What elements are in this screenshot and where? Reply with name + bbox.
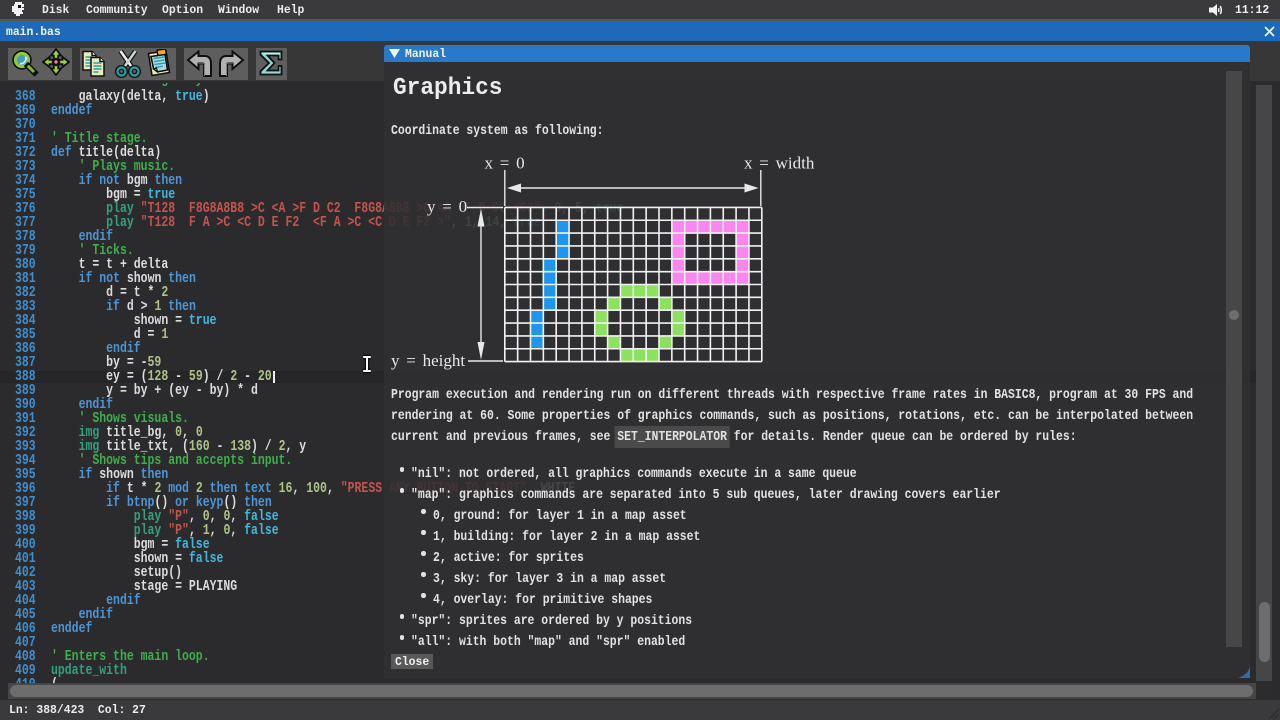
svg-text:y = height: y = height bbox=[391, 351, 465, 370]
svg-text:y = 0: y = 0 bbox=[427, 197, 467, 216]
svg-text:x = width: x = width bbox=[744, 154, 815, 173]
svg-text:x = 0: x = 0 bbox=[485, 154, 525, 173]
